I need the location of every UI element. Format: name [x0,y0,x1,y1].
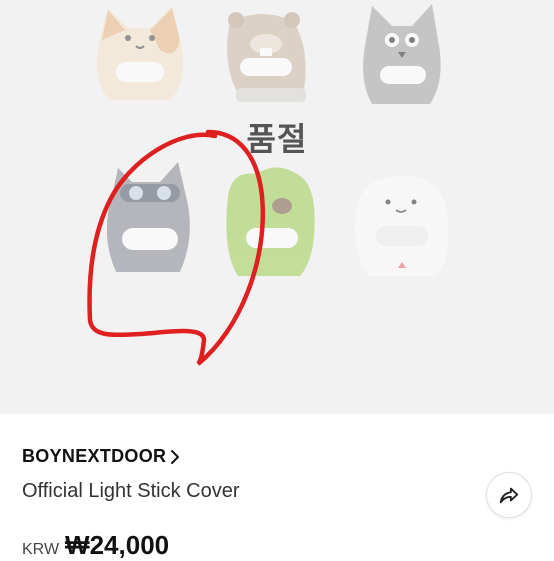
price-value: ₩24,000 [65,530,170,560]
soldout-label: 품절 [246,121,308,157]
product-title: Official Light Stick Cover [22,480,240,502]
share-button[interactable] [486,472,532,518]
green-frog-cover [226,167,315,276]
share-icon [499,487,519,504]
beaver-cover [227,12,306,102]
white-ghost-cover [355,176,449,276]
chevron-right-icon [171,449,180,464]
product-image[interactable]: 품절 [0,0,554,414]
light-stick-covers-illustration [87,4,449,366]
fox-cover [363,4,441,104]
cat-cover [96,6,184,100]
price-row: KRW ₩24,000 [22,530,169,561]
gray-cat-goggles-cover [106,162,190,272]
currency-code: KRW [22,541,60,558]
brand-name: BOYNEXTDOOR [22,446,167,466]
brand-link[interactable]: BOYNEXTDOOR [22,446,180,467]
product-info: BOYNEXTDOOR Official Light Stick Cover K… [0,414,554,560]
